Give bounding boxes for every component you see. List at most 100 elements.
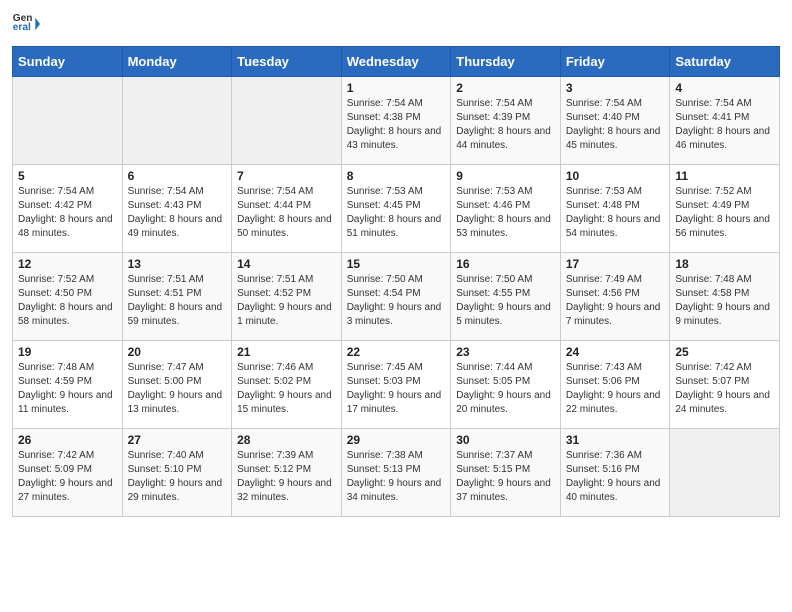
day-info: Sunrise: 7:36 AMSunset: 5:16 PMDaylight:… bbox=[566, 449, 665, 505]
day-info: Sunrise: 7:49 AMSunset: 4:56 PMDaylight:… bbox=[566, 273, 665, 329]
day-info: Sunrise: 7:51 AMSunset: 4:51 PMDaylight:… bbox=[128, 273, 227, 329]
day-number: 15 bbox=[347, 257, 446, 271]
day-number: 27 bbox=[128, 433, 227, 447]
day-info: Sunrise: 7:43 AMSunset: 5:06 PMDaylight:… bbox=[566, 361, 665, 417]
day-number: 25 bbox=[675, 345, 774, 359]
day-number: 20 bbox=[128, 345, 227, 359]
weekday-header-wednesday: Wednesday bbox=[341, 47, 451, 77]
day-info: Sunrise: 7:54 AMSunset: 4:41 PMDaylight:… bbox=[675, 97, 774, 153]
day-number: 28 bbox=[237, 433, 336, 447]
week-row-1: 1 Sunrise: 7:54 AMSunset: 4:38 PMDaylight… bbox=[13, 77, 780, 165]
day-cell: 26 Sunrise: 7:42 AMSunset: 5:09 PMDayligh… bbox=[13, 429, 123, 517]
day-number: 13 bbox=[128, 257, 227, 271]
weekday-header-friday: Friday bbox=[560, 47, 670, 77]
day-number: 2 bbox=[456, 81, 555, 95]
day-info: Sunrise: 7:50 AMSunset: 4:55 PMDaylight:… bbox=[456, 273, 555, 329]
day-info: Sunrise: 7:42 AMSunset: 5:09 PMDaylight:… bbox=[18, 449, 117, 505]
day-number: 23 bbox=[456, 345, 555, 359]
day-cell: 16 Sunrise: 7:50 AMSunset: 4:55 PMDayligh… bbox=[451, 253, 561, 341]
day-cell: 27 Sunrise: 7:40 AMSunset: 5:10 PMDayligh… bbox=[122, 429, 232, 517]
day-cell: 13 Sunrise: 7:51 AMSunset: 4:51 PMDayligh… bbox=[122, 253, 232, 341]
day-number: 31 bbox=[566, 433, 665, 447]
day-cell: 30 Sunrise: 7:37 AMSunset: 5:15 PMDayligh… bbox=[451, 429, 561, 517]
day-number: 21 bbox=[237, 345, 336, 359]
day-cell: 19 Sunrise: 7:48 AMSunset: 4:59 PMDayligh… bbox=[13, 341, 123, 429]
day-cell: 29 Sunrise: 7:38 AMSunset: 5:13 PMDayligh… bbox=[341, 429, 451, 517]
day-info: Sunrise: 7:53 AMSunset: 4:48 PMDaylight:… bbox=[566, 185, 665, 241]
calendar-table: SundayMondayTuesdayWednesdayThursdayFrid… bbox=[12, 46, 780, 517]
day-info: Sunrise: 7:39 AMSunset: 5:12 PMDaylight:… bbox=[237, 449, 336, 505]
day-info: Sunrise: 7:47 AMSunset: 5:00 PMDaylight:… bbox=[128, 361, 227, 417]
weekday-header-saturday: Saturday bbox=[670, 47, 780, 77]
day-cell: 2 Sunrise: 7:54 AMSunset: 4:39 PMDaylight… bbox=[451, 77, 561, 165]
weekday-header-sunday: Sunday bbox=[13, 47, 123, 77]
day-info: Sunrise: 7:42 AMSunset: 5:07 PMDaylight:… bbox=[675, 361, 774, 417]
logo-icon: Gen eral bbox=[12, 10, 40, 38]
logo: Gen eral bbox=[12, 10, 42, 38]
day-cell: 22Sunrise: 7:45 AMSunset: 5:03 PMDayligh… bbox=[341, 341, 451, 429]
day-number: 19 bbox=[18, 345, 117, 359]
day-info: Sunrise: 7:54 AMSunset: 4:39 PMDaylight:… bbox=[456, 97, 555, 153]
weekday-header-row: SundayMondayTuesdayWednesdayThursdayFrid… bbox=[13, 47, 780, 77]
day-number: 26 bbox=[18, 433, 117, 447]
week-row-3: 12 Sunrise: 7:52 AMSunset: 4:50 PMDayligh… bbox=[13, 253, 780, 341]
day-number: 1 bbox=[347, 81, 446, 95]
day-info: Sunrise: 7:53 AMSunset: 4:46 PMDaylight:… bbox=[456, 185, 555, 241]
day-cell: 20 Sunrise: 7:47 AMSunset: 5:00 PMDayligh… bbox=[122, 341, 232, 429]
day-number: 3 bbox=[566, 81, 665, 95]
day-info: Sunrise: 7:51 AMSunset: 4:52 PMDaylight:… bbox=[237, 273, 336, 329]
day-cell: 10 Sunrise: 7:53 AMSunset: 4:48 PMDayligh… bbox=[560, 165, 670, 253]
day-cell: 4 Sunrise: 7:54 AMSunset: 4:41 PMDaylight… bbox=[670, 77, 780, 165]
day-number: 17 bbox=[566, 257, 665, 271]
day-number: 22 bbox=[347, 345, 446, 359]
day-cell: 5Sunrise: 7:54 AMSunset: 4:42 PMDaylight… bbox=[13, 165, 123, 253]
day-info: Sunrise: 7:54 AMSunset: 4:38 PMDaylight:… bbox=[347, 97, 446, 153]
day-cell: 28 Sunrise: 7:39 AMSunset: 5:12 PMDayligh… bbox=[232, 429, 342, 517]
day-number: 16 bbox=[456, 257, 555, 271]
day-info: Sunrise: 7:52 AMSunset: 4:50 PMDaylight:… bbox=[18, 273, 117, 329]
day-info: Sunrise: 7:37 AMSunset: 5:15 PMDaylight:… bbox=[456, 449, 555, 505]
calendar-page: Gen eral SundayMondayTuesdayWednesdayThu… bbox=[0, 0, 792, 529]
day-cell: 3 Sunrise: 7:54 AMSunset: 4:40 PMDaylight… bbox=[560, 77, 670, 165]
day-cell bbox=[13, 77, 123, 165]
day-cell: 1 Sunrise: 7:54 AMSunset: 4:38 PMDaylight… bbox=[341, 77, 451, 165]
day-number: 30 bbox=[456, 433, 555, 447]
day-info: Sunrise: 7:38 AMSunset: 5:13 PMDaylight:… bbox=[347, 449, 446, 505]
day-info: Sunrise: 7:40 AMSunset: 5:10 PMDaylight:… bbox=[128, 449, 227, 505]
day-cell: 8 Sunrise: 7:53 AMSunset: 4:45 PMDaylight… bbox=[341, 165, 451, 253]
day-number: 18 bbox=[675, 257, 774, 271]
weekday-header-monday: Monday bbox=[122, 47, 232, 77]
day-info: Sunrise: 7:50 AMSunset: 4:54 PMDaylight:… bbox=[347, 273, 446, 329]
day-number: 29 bbox=[347, 433, 446, 447]
day-cell: 21 Sunrise: 7:46 AMSunset: 5:02 PMDayligh… bbox=[232, 341, 342, 429]
day-info: Sunrise: 7:54 AMSunset: 4:40 PMDaylight:… bbox=[566, 97, 665, 153]
day-number: 24 bbox=[566, 345, 665, 359]
day-cell bbox=[670, 429, 780, 517]
day-number: 10 bbox=[566, 169, 665, 183]
day-number: 5 bbox=[18, 169, 117, 183]
day-cell: 24 Sunrise: 7:43 AMSunset: 5:06 PMDayligh… bbox=[560, 341, 670, 429]
day-number: 9 bbox=[456, 169, 555, 183]
day-number: 14 bbox=[237, 257, 336, 271]
day-info: Sunrise: 7:44 AMSunset: 5:05 PMDaylight:… bbox=[456, 361, 555, 417]
svg-text:eral: eral bbox=[13, 22, 31, 33]
week-row-4: 19 Sunrise: 7:48 AMSunset: 4:59 PMDayligh… bbox=[13, 341, 780, 429]
day-cell: 7Sunrise: 7:54 AMSunset: 4:44 PMDaylight… bbox=[232, 165, 342, 253]
day-cell: 14 Sunrise: 7:51 AMSunset: 4:52 PMDayligh… bbox=[232, 253, 342, 341]
day-cell: 17 Sunrise: 7:49 AMSunset: 4:56 PMDayligh… bbox=[560, 253, 670, 341]
day-cell: 11Sunrise: 7:52 AMSunset: 4:49 PMDayligh… bbox=[670, 165, 780, 253]
day-info: Sunrise: 7:48 AMSunset: 4:59 PMDaylight:… bbox=[18, 361, 117, 417]
weekday-header-tuesday: Tuesday bbox=[232, 47, 342, 77]
day-cell: 23 Sunrise: 7:44 AMSunset: 5:05 PMDayligh… bbox=[451, 341, 561, 429]
day-info: Sunrise: 7:52 AMSunset: 4:49 PMDaylight:… bbox=[675, 185, 774, 241]
day-info: Sunrise: 7:54 AMSunset: 4:43 PMDaylight:… bbox=[128, 185, 227, 241]
day-info: Sunrise: 7:53 AMSunset: 4:45 PMDaylight:… bbox=[347, 185, 446, 241]
day-cell: 9 Sunrise: 7:53 AMSunset: 4:46 PMDaylight… bbox=[451, 165, 561, 253]
week-row-2: 5Sunrise: 7:54 AMSunset: 4:42 PMDaylight… bbox=[13, 165, 780, 253]
day-cell bbox=[122, 77, 232, 165]
day-info: Sunrise: 7:46 AMSunset: 5:02 PMDaylight:… bbox=[237, 361, 336, 417]
day-number: 4 bbox=[675, 81, 774, 95]
day-number: 6 bbox=[128, 169, 227, 183]
day-number: 8 bbox=[347, 169, 446, 183]
day-number: 12 bbox=[18, 257, 117, 271]
